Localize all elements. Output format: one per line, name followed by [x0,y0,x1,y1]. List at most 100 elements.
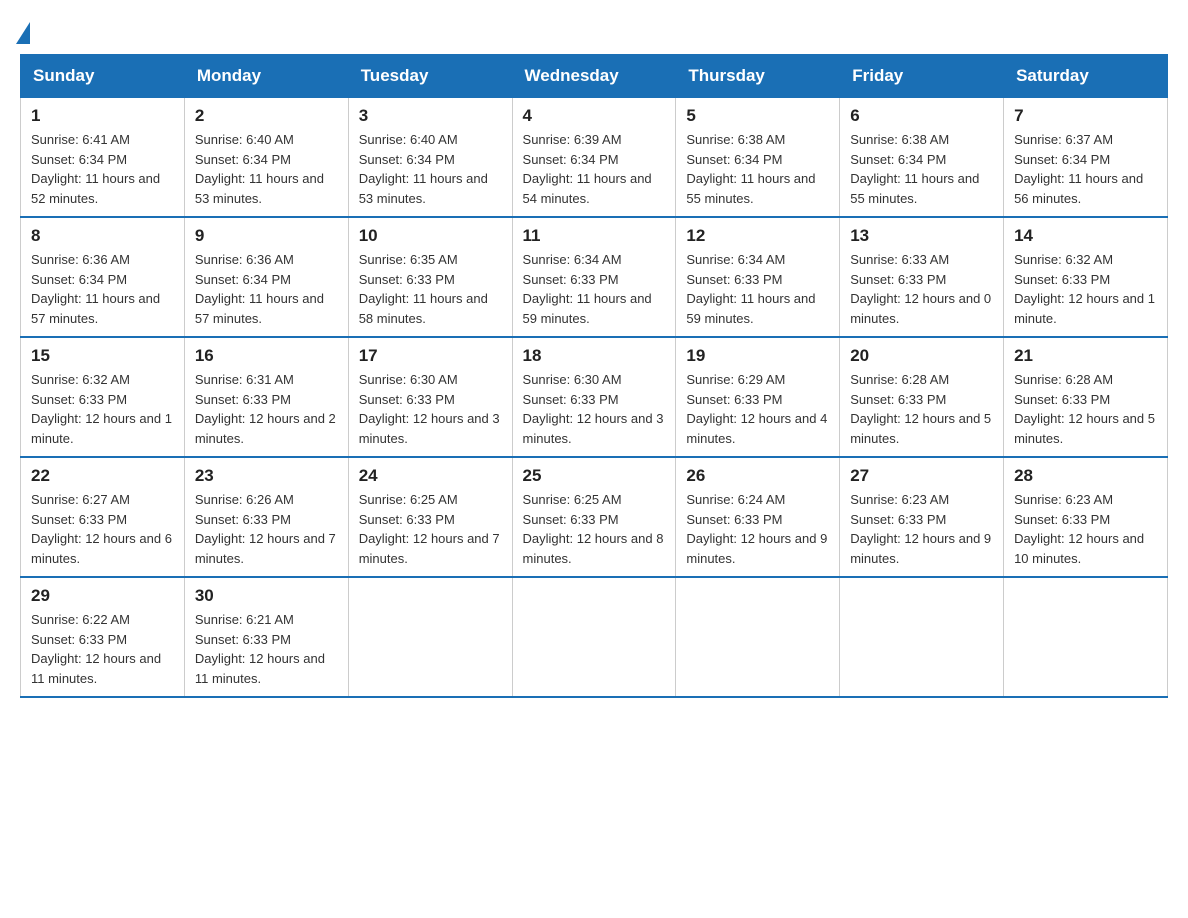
day-info: Sunrise: 6:23 AMSunset: 6:33 PMDaylight:… [1014,490,1157,568]
calendar-header-saturday: Saturday [1004,55,1168,97]
day-number: 29 [31,586,174,606]
calendar-cell: 28Sunrise: 6:23 AMSunset: 6:33 PMDayligh… [1004,457,1168,577]
calendar-cell: 13 Sunrise: 6:33 AMSunset: 6:33 PMDayligh… [840,217,1004,337]
calendar-week-row: 8 Sunrise: 6:36 AMSunset: 6:34 PMDaylight… [21,217,1168,337]
day-info: Sunrise: 6:22 AMSunset: 6:33 PMDaylight:… [31,610,174,688]
day-info: Sunrise: 6:29 AMSunset: 6:33 PMDaylight:… [686,370,829,448]
day-number: 10 [359,226,502,246]
day-info: Sunrise: 6:36 AMSunset: 6:34 PMDaylight:… [195,250,338,328]
calendar-cell [1004,577,1168,697]
page-header [20,20,1168,44]
day-number: 16 [195,346,338,366]
calendar-header-tuesday: Tuesday [348,55,512,97]
day-info: Sunrise: 6:34 AMSunset: 6:33 PMDaylight:… [686,250,829,328]
calendar-cell: 7 Sunrise: 6:37 AMSunset: 6:34 PMDaylight… [1004,97,1168,217]
day-number: 3 [359,106,502,126]
calendar-cell: 20 Sunrise: 6:28 AMSunset: 6:33 PMDayligh… [840,337,1004,457]
day-number: 2 [195,106,338,126]
calendar-cell: 21 Sunrise: 6:28 AMSunset: 6:33 PMDayligh… [1004,337,1168,457]
calendar-cell: 2 Sunrise: 6:40 AMSunset: 6:34 PMDaylight… [184,97,348,217]
calendar-cell: 25 Sunrise: 6:25 AMSunset: 6:33 PMDayligh… [512,457,676,577]
day-number: 13 [850,226,993,246]
logo-triangle-icon [16,22,30,44]
day-number: 4 [523,106,666,126]
calendar-cell: 16 Sunrise: 6:31 AMSunset: 6:33 PMDayligh… [184,337,348,457]
calendar-cell [348,577,512,697]
calendar-cell: 27 Sunrise: 6:23 AMSunset: 6:33 PMDayligh… [840,457,1004,577]
day-number: 24 [359,466,502,486]
calendar-cell: 30Sunrise: 6:21 AMSunset: 6:33 PMDayligh… [184,577,348,697]
day-number: 22 [31,466,174,486]
day-info: Sunrise: 6:33 AMSunset: 6:33 PMDaylight:… [850,250,993,328]
calendar-cell: 18 Sunrise: 6:30 AMSunset: 6:33 PMDayligh… [512,337,676,457]
day-info: Sunrise: 6:31 AMSunset: 6:33 PMDaylight:… [195,370,338,448]
day-number: 23 [195,466,338,486]
calendar-cell: 19 Sunrise: 6:29 AMSunset: 6:33 PMDayligh… [676,337,840,457]
day-info: Sunrise: 6:23 AMSunset: 6:33 PMDaylight:… [850,490,993,568]
day-info: Sunrise: 6:40 AMSunset: 6:34 PMDaylight:… [359,130,502,208]
calendar-week-row: 29 Sunrise: 6:22 AMSunset: 6:33 PMDayligh… [21,577,1168,697]
calendar-header-sunday: Sunday [21,55,185,97]
day-info: Sunrise: 6:36 AMSunset: 6:34 PMDaylight:… [31,250,174,328]
calendar-cell: 12 Sunrise: 6:34 AMSunset: 6:33 PMDayligh… [676,217,840,337]
day-number: 1 [31,106,174,126]
day-number: 18 [523,346,666,366]
day-number: 30 [195,586,338,606]
day-number: 7 [1014,106,1157,126]
calendar-week-row: 1 Sunrise: 6:41 AMSunset: 6:34 PMDaylight… [21,97,1168,217]
calendar-cell: 6 Sunrise: 6:38 AMSunset: 6:34 PMDaylight… [840,97,1004,217]
day-info: Sunrise: 6:35 AMSunset: 6:33 PMDaylight:… [359,250,502,328]
calendar-week-row: 15 Sunrise: 6:32 AMSunset: 6:33 PMDayligh… [21,337,1168,457]
day-number: 19 [686,346,829,366]
calendar-cell: 15 Sunrise: 6:32 AMSunset: 6:33 PMDayligh… [21,337,185,457]
calendar-cell: 26Sunrise: 6:24 AMSunset: 6:33 PMDayligh… [676,457,840,577]
calendar-cell [512,577,676,697]
day-info: Sunrise: 6:38 AMSunset: 6:34 PMDaylight:… [686,130,829,208]
day-number: 6 [850,106,993,126]
calendar-week-row: 22Sunrise: 6:27 AMSunset: 6:33 PMDayligh… [21,457,1168,577]
day-info: Sunrise: 6:30 AMSunset: 6:33 PMDaylight:… [523,370,666,448]
day-number: 9 [195,226,338,246]
day-info: Sunrise: 6:32 AMSunset: 6:33 PMDaylight:… [31,370,174,448]
calendar-cell: 23Sunrise: 6:26 AMSunset: 6:33 PMDayligh… [184,457,348,577]
day-info: Sunrise: 6:32 AMSunset: 6:33 PMDaylight:… [1014,250,1157,328]
day-info: Sunrise: 6:24 AMSunset: 6:33 PMDaylight:… [686,490,829,568]
day-number: 25 [523,466,666,486]
calendar-cell: 9 Sunrise: 6:36 AMSunset: 6:34 PMDaylight… [184,217,348,337]
day-info: Sunrise: 6:25 AMSunset: 6:33 PMDaylight:… [359,490,502,568]
day-number: 15 [31,346,174,366]
day-info: Sunrise: 6:40 AMSunset: 6:34 PMDaylight:… [195,130,338,208]
day-number: 8 [31,226,174,246]
day-number: 11 [523,226,666,246]
calendar-table: SundayMondayTuesdayWednesdayThursdayFrid… [20,54,1168,698]
day-info: Sunrise: 6:28 AMSunset: 6:33 PMDaylight:… [1014,370,1157,448]
calendar-cell: 29 Sunrise: 6:22 AMSunset: 6:33 PMDayligh… [21,577,185,697]
day-number: 12 [686,226,829,246]
day-info: Sunrise: 6:41 AMSunset: 6:34 PMDaylight:… [31,130,174,208]
calendar-cell: 4 Sunrise: 6:39 AMSunset: 6:34 PMDaylight… [512,97,676,217]
calendar-cell: 3 Sunrise: 6:40 AMSunset: 6:34 PMDaylight… [348,97,512,217]
calendar-cell [840,577,1004,697]
day-number: 21 [1014,346,1157,366]
day-info: Sunrise: 6:30 AMSunset: 6:33 PMDaylight:… [359,370,502,448]
day-number: 17 [359,346,502,366]
day-number: 20 [850,346,993,366]
day-info: Sunrise: 6:28 AMSunset: 6:33 PMDaylight:… [850,370,993,448]
calendar-cell [676,577,840,697]
calendar-cell: 24 Sunrise: 6:25 AMSunset: 6:33 PMDayligh… [348,457,512,577]
day-info: Sunrise: 6:38 AMSunset: 6:34 PMDaylight:… [850,130,993,208]
day-number: 5 [686,106,829,126]
calendar-header-wednesday: Wednesday [512,55,676,97]
calendar-cell: 11 Sunrise: 6:34 AMSunset: 6:33 PMDayligh… [512,217,676,337]
day-number: 14 [1014,226,1157,246]
calendar-cell: 14 Sunrise: 6:32 AMSunset: 6:33 PMDayligh… [1004,217,1168,337]
calendar-header-monday: Monday [184,55,348,97]
day-info: Sunrise: 6:34 AMSunset: 6:33 PMDaylight:… [523,250,666,328]
day-number: 27 [850,466,993,486]
calendar-cell: 5 Sunrise: 6:38 AMSunset: 6:34 PMDaylight… [676,97,840,217]
day-info: Sunrise: 6:39 AMSunset: 6:34 PMDaylight:… [523,130,666,208]
day-info: Sunrise: 6:25 AMSunset: 6:33 PMDaylight:… [523,490,666,568]
calendar-cell: 10 Sunrise: 6:35 AMSunset: 6:33 PMDayligh… [348,217,512,337]
calendar-header-friday: Friday [840,55,1004,97]
day-info: Sunrise: 6:37 AMSunset: 6:34 PMDaylight:… [1014,130,1157,208]
